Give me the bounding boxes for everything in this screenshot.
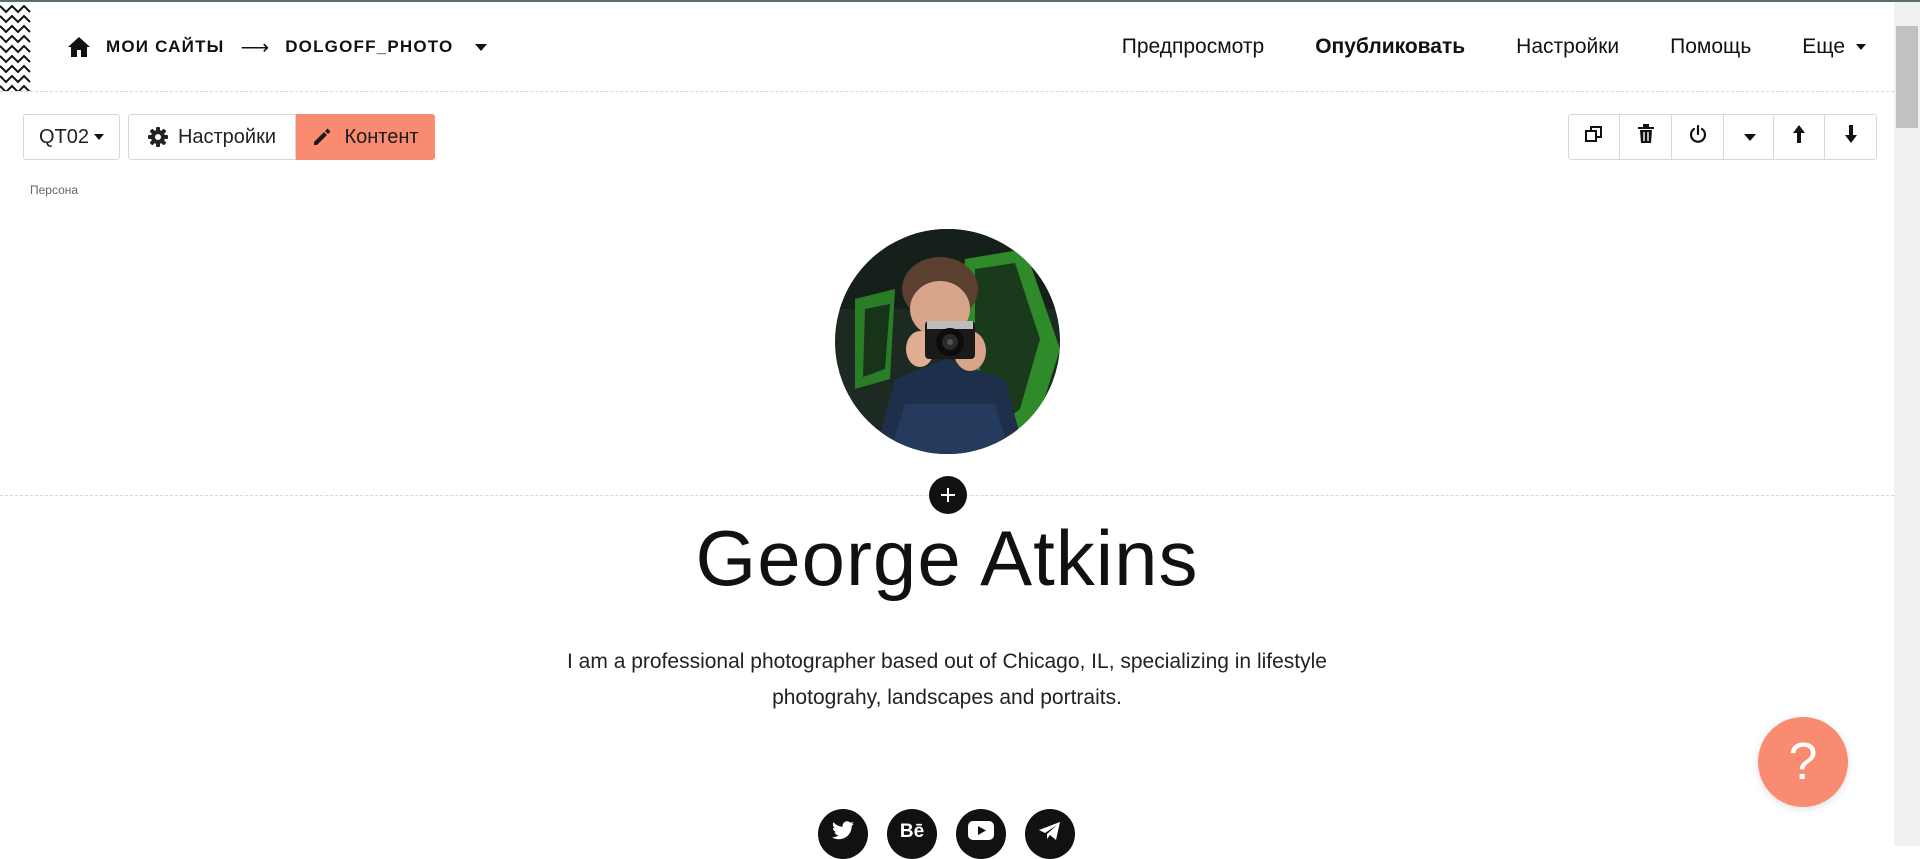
breadcrumb-arrow: ⟶ xyxy=(240,36,270,59)
behance-icon: Bē xyxy=(899,821,925,842)
publish-link[interactable]: Опубликовать xyxy=(1315,35,1465,59)
breadcrumb-site-name[interactable]: dolgoff_photo xyxy=(285,37,453,57)
more-actions-button[interactable] xyxy=(1724,114,1776,160)
duplicate-button[interactable] xyxy=(1568,114,1620,160)
block-mode-group: Настройки Контент xyxy=(128,114,435,160)
preview-link[interactable]: Предпросмотр xyxy=(1122,35,1264,59)
persona-bio-line: I am a professional photographer based o… xyxy=(567,650,1327,673)
help-button[interactable]: ? xyxy=(1758,717,1848,807)
top-navigation: Предпросмотр Опубликовать Настройки Помо… xyxy=(1071,32,1866,62)
block-actions-group xyxy=(1568,114,1776,160)
help-link[interactable]: Помощь xyxy=(1670,35,1751,59)
social-links: Bē xyxy=(818,809,1094,859)
gear-icon xyxy=(147,127,168,147)
persona-bio[interactable]: I am a professional photographer based o… xyxy=(547,644,1347,716)
block-move-group xyxy=(1773,114,1877,160)
scrollbar-thumb[interactable] xyxy=(1896,26,1918,128)
move-up-button[interactable] xyxy=(1773,114,1825,160)
block-settings-label: Настройки xyxy=(177,125,277,148)
block-toolbar: QT02 Настройки Контент xyxy=(23,114,435,160)
block-code-label: QT02 xyxy=(38,125,90,148)
youtube-link[interactable] xyxy=(956,809,1006,859)
caret-down-icon xyxy=(1743,133,1756,141)
move-down-button[interactable] xyxy=(1825,114,1877,160)
arrow-down-icon xyxy=(1843,124,1859,150)
plus-icon xyxy=(941,488,955,502)
more-menu-label: Еще xyxy=(1802,35,1845,58)
persona-name[interactable]: George Atkins xyxy=(0,510,1894,606)
block-type-label: Персона xyxy=(30,183,79,197)
block-settings-button[interactable]: Настройки xyxy=(128,114,296,160)
behance-link[interactable]: Bē xyxy=(887,809,937,859)
youtube-icon xyxy=(968,821,994,840)
add-block-button[interactable] xyxy=(929,476,967,514)
caret-down-icon xyxy=(94,134,105,140)
trash-icon xyxy=(1637,124,1655,150)
editor-header: Мои сайты ⟶ dolgoff_photo Предпросмотр О… xyxy=(0,2,1894,92)
vertical-scrollbar[interactable] xyxy=(1894,2,1920,846)
block-content-label: Контент xyxy=(344,125,419,148)
power-icon xyxy=(1688,124,1708,150)
zigzag-logo[interactable] xyxy=(0,2,32,91)
telegram-link[interactable] xyxy=(1025,809,1075,859)
caret-down-icon xyxy=(1856,44,1866,50)
breadcrumb: Мои сайты ⟶ dolgoff_photo xyxy=(66,32,488,62)
duplicate-icon xyxy=(1584,124,1604,150)
persona-avatar-photo[interactable] xyxy=(835,229,1060,454)
twitter-link[interactable] xyxy=(818,809,868,859)
breadcrumb-my-sites[interactable]: Мои сайты xyxy=(106,37,225,57)
question-mark-icon: ? xyxy=(1788,733,1818,791)
arrow-up-icon xyxy=(1791,124,1807,150)
block-content-button[interactable]: Контент xyxy=(296,114,435,160)
delete-button[interactable] xyxy=(1620,114,1672,160)
persona-bio-line: photograhy, landscapes and portraits. xyxy=(772,686,1122,709)
twitter-icon xyxy=(832,821,854,840)
pencil-icon xyxy=(312,127,332,147)
settings-link[interactable]: Настройки xyxy=(1516,35,1619,59)
telegram-icon xyxy=(1039,822,1060,840)
home-icon[interactable] xyxy=(66,34,92,60)
more-menu[interactable]: Еще xyxy=(1802,35,1866,59)
block-code-select[interactable]: QT02 xyxy=(23,114,120,160)
chevron-down-icon[interactable] xyxy=(475,43,488,51)
toggle-visibility-button[interactable] xyxy=(1672,114,1724,160)
